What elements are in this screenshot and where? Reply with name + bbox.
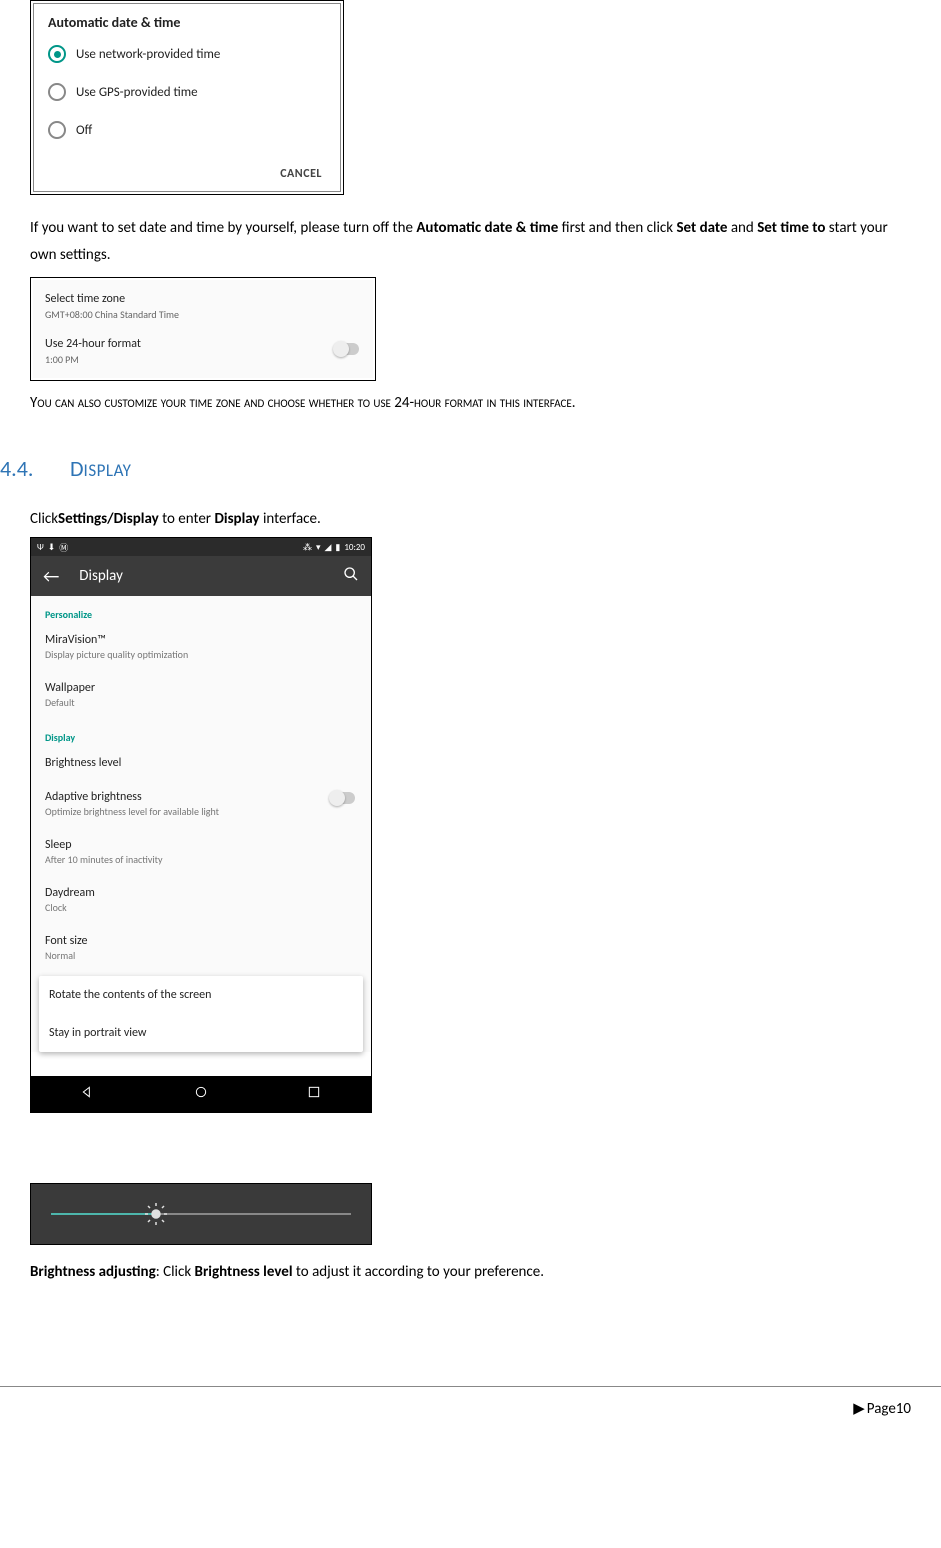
timezone-screenshot: Select time zone GMT+08:00 China Standar…	[30, 277, 376, 381]
display-settings-screenshot: Ψ ⬇ Ⓜ ⁂ ▾ ◢ ▮ 10:20 ← Display Personaliz…	[30, 537, 372, 1113]
sleep-row[interactable]: Sleep After 10 minutes of inactivity	[31, 828, 371, 876]
category-personalize: Personalize	[31, 596, 371, 623]
clock-text: 10:20	[344, 542, 365, 553]
wifi-icon: ▾	[316, 542, 321, 553]
radio-unselected-icon	[48, 121, 66, 139]
section-number: 4.4.	[0, 455, 70, 482]
nav-bar	[31, 1076, 371, 1112]
auto-datetime-dialog: Automatic date & time Use network-provid…	[30, 0, 344, 195]
fontsize-row[interactable]: Font size Normal	[31, 924, 371, 972]
radio-unselected-icon	[48, 83, 66, 101]
nav-recent-icon[interactable]	[306, 1084, 322, 1105]
toggle-off-icon[interactable]	[335, 343, 359, 355]
category-display: Display	[31, 719, 371, 746]
slider-fill	[51, 1213, 156, 1215]
status-bar: Ψ ⬇ Ⓜ ⁂ ▾ ◢ ▮ 10:20	[31, 538, 371, 556]
status-icon: Ⓜ	[59, 541, 68, 554]
row-subtitle: GMT+08:00 China Standard Time	[45, 308, 361, 321]
daydream-row[interactable]: Daydream Clock	[31, 876, 371, 924]
toggle-off-icon[interactable]	[331, 792, 355, 804]
radio-option-network[interactable]: Use network-provided time	[34, 39, 340, 77]
footer-page-number: 10	[896, 1400, 911, 1418]
brightness-slider-screenshot	[30, 1183, 372, 1245]
miravision-row[interactable]: MiraVision™ Display picture quality opti…	[31, 623, 371, 671]
radio-label: Use GPS-provided time	[76, 85, 198, 100]
slider-track[interactable]	[51, 1213, 351, 1215]
battery-icon: ▮	[335, 542, 340, 553]
cancel-button[interactable]: CANCEL	[34, 153, 340, 191]
dialog-title: Automatic date & time	[34, 4, 340, 39]
paragraph-display-intro: ClickSettings/Display to enter Display i…	[30, 506, 911, 533]
page-footer: ▶Page10	[0, 1386, 941, 1438]
brightness-thumb-icon[interactable]	[144, 1202, 168, 1231]
radio-option-off[interactable]: Off	[34, 115, 340, 153]
row-subtitle: 1:00 PM	[45, 353, 361, 366]
back-icon[interactable]: ←	[43, 565, 59, 587]
radio-label: Off	[76, 123, 92, 138]
popup-option-rotate[interactable]: Rotate the contents of the screen	[39, 976, 363, 1014]
status-icon: ⬇	[48, 542, 56, 553]
nav-home-icon[interactable]	[193, 1084, 209, 1105]
use-24h-row[interactable]: Use 24-hour format 1:00 PM	[33, 329, 373, 374]
nav-back-icon[interactable]	[80, 1084, 96, 1105]
footer-arrow-icon: ▶	[853, 1400, 865, 1418]
select-timezone-row[interactable]: Select time zone GMT+08:00 China Standar…	[33, 284, 373, 329]
rotation-popup: Rotate the contents of the screen Stay i…	[39, 976, 363, 1052]
footer-label: Page	[867, 1400, 896, 1418]
brightness-level-row[interactable]: Brightness level	[31, 746, 371, 780]
popup-option-portrait[interactable]: Stay in portrait view	[39, 1014, 363, 1052]
wallpaper-row[interactable]: Wallpaper Default	[31, 671, 371, 719]
adaptive-brightness-row[interactable]: Adaptive brightness Optimize brightness …	[31, 780, 371, 828]
appbar-title: Display	[79, 567, 123, 585]
radio-option-gps[interactable]: Use GPS-provided time	[34, 77, 340, 115]
radio-label: Use network-provided time	[76, 47, 220, 62]
usb-icon: Ψ	[37, 542, 44, 553]
row-title: Select time zone	[45, 292, 361, 306]
signal-icon: ◢	[324, 542, 331, 553]
app-bar: ← Display	[31, 556, 371, 596]
paragraph-auto-datetime: If you want to set date and time by your…	[30, 215, 911, 269]
paragraph-timezone-note: You can also customize your time zone an…	[30, 391, 911, 415]
search-icon[interactable]	[343, 566, 359, 587]
row-title: Use 24-hour format	[45, 337, 361, 351]
section-title: DISPLAY	[70, 455, 131, 482]
bluetooth-icon: ⁂	[303, 542, 312, 553]
paragraph-brightness: Brightness adjusting: Click Brightness l…	[30, 1259, 911, 1286]
radio-selected-icon	[48, 45, 66, 63]
